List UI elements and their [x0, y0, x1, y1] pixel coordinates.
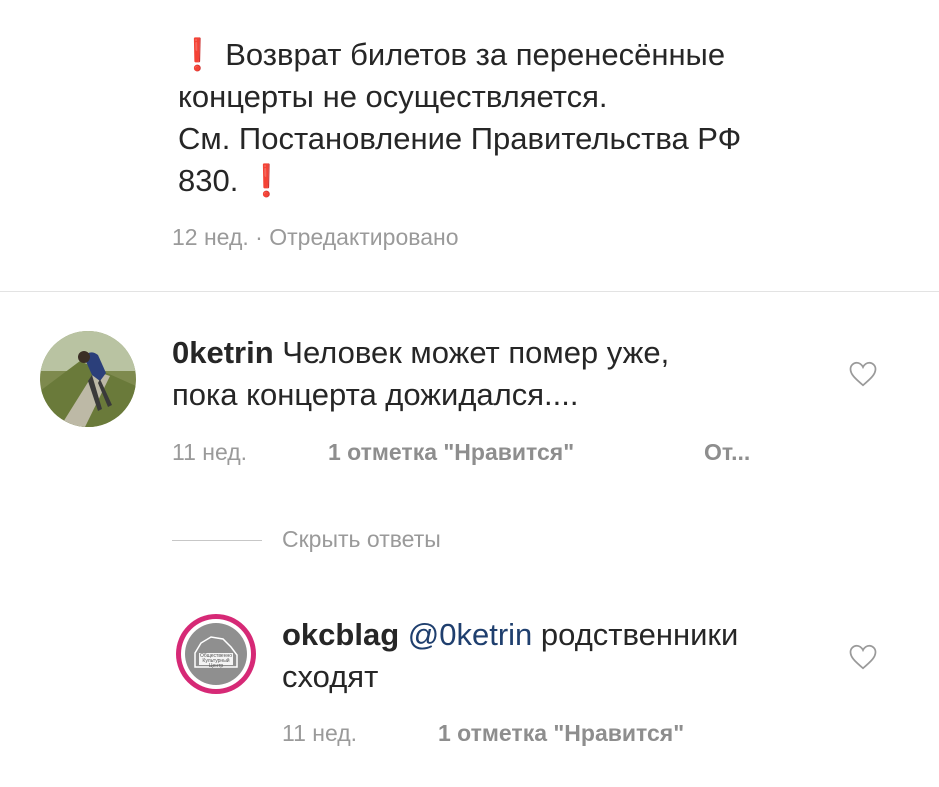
post-meta: 12 нед. · Отредактировано — [172, 224, 458, 251]
post-time[interactable]: 12 нед. — [172, 224, 249, 250]
meta-separator: · — [255, 224, 263, 250]
reply-text: родственники — [540, 617, 739, 652]
caption-line-4: 830. ❗ — [178, 160, 898, 202]
section-divider — [0, 291, 939, 292]
comment-username[interactable]: 0ketrin — [172, 335, 274, 370]
caption-text: концерты не осуществляется. — [178, 79, 608, 114]
edited-label: Отредактировано — [269, 224, 459, 250]
like-comment-button[interactable] — [848, 360, 878, 393]
avatar-logo-text: Общественно Культурный Центр — [199, 653, 233, 669]
hide-replies-line — [172, 540, 262, 541]
story-ring[interactable]: Общественно Культурный Центр — [176, 614, 256, 694]
caption-line-1: ❗ Возврат билетов за перенесённые — [178, 34, 898, 76]
like-reply-button[interactable] — [848, 643, 878, 676]
heart-icon — [849, 361, 877, 387]
avatar[interactable] — [40, 331, 136, 427]
caption-text: См. Постановление Правительства РФ — [178, 121, 742, 156]
caption-text: Возврат билетов за перенесённые — [225, 37, 726, 72]
comment-likes[interactable]: 1 отметка "Нравится" — [328, 439, 574, 466]
reply-username[interactable]: okcblag — [282, 617, 399, 652]
reply-time[interactable]: 11 нед. — [282, 720, 357, 747]
avatar: Общественно Культурный Центр — [181, 619, 251, 689]
reply-text: сходят — [282, 659, 379, 694]
reply-button[interactable]: От... — [704, 439, 750, 466]
comment-text: Человек может помер уже, — [282, 335, 670, 370]
exclamation-icon: ❗ — [178, 37, 217, 72]
post-caption: ❗ Возврат билетов за перенесённые концер… — [178, 34, 898, 202]
comment-time[interactable]: 11 нед. — [172, 439, 247, 466]
reply-likes[interactable]: 1 отметка "Нравится" — [438, 720, 684, 747]
reply-mention[interactable]: @0ketrin — [408, 617, 533, 652]
comment-body: 0ketrin Человек может помер уже, пока ко… — [172, 332, 832, 416]
avatar-logo: Общественно Культурный Центр — [185, 623, 247, 685]
heart-icon — [849, 644, 877, 670]
comment-text: пока концерта дожидался.... — [172, 377, 579, 412]
reply-body: okcblag @0ketrin родственники сходят — [282, 614, 842, 698]
hide-replies-button[interactable]: Скрыть ответы — [282, 526, 441, 553]
caption-text: 830. — [178, 163, 239, 198]
exclamation-icon: ❗ — [246, 163, 286, 198]
